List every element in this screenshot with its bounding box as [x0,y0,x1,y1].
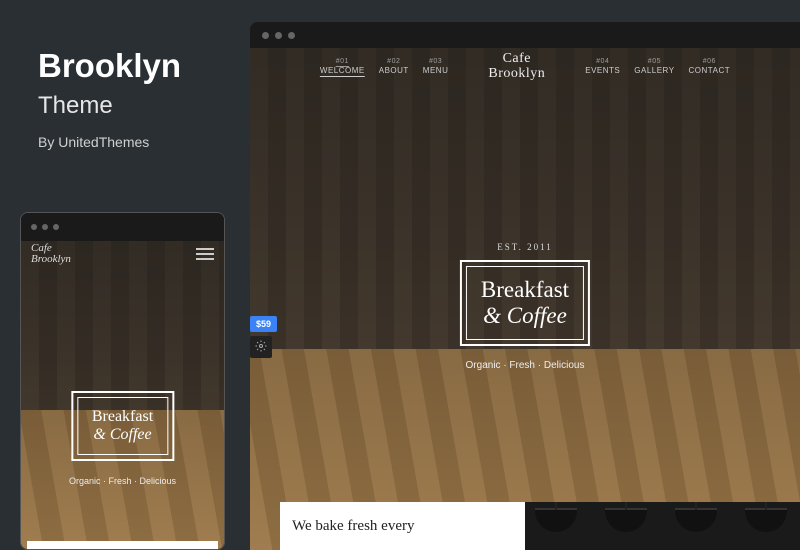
settings-button[interactable] [250,336,272,358]
nav-item-contact[interactable]: #06 CONTACT [689,58,731,76]
hero-line2: & Coffee [481,303,569,329]
theme-subtitle: Theme [38,92,228,120]
hero-line2: & Coffee [92,426,153,444]
logo-line2: Brooklyn [488,67,545,82]
content-section: We bake fresh every [280,502,525,550]
content-section [27,541,218,549]
theme-title: Brooklyn [38,48,228,84]
preview-mobile[interactable]: Cafe Brooklyn Breakfast & Coffee Organic… [20,212,225,550]
gear-icon [255,340,267,355]
nav-item-menu[interactable]: #03 MENU [423,58,449,76]
nav-item-welcome[interactable]: #01 WELCOME [320,58,365,76]
window-traffic-lights [250,22,800,48]
hero-line1: Breakfast [92,408,153,426]
nav-item-gallery[interactable]: #05 GALLERY [634,58,674,76]
hero-line1: Breakfast [481,277,569,303]
mobile-viewport: Cafe Brooklyn Breakfast & Coffee Organic… [21,241,224,549]
nav-item-events[interactable]: #04 EVENTS [585,58,620,76]
theme-info: Brooklyn Theme By UnitedThemes [38,48,228,150]
hero-tagline: Organic · Fresh · Delicious [21,476,224,486]
main-nav: #01 WELCOME #02 ABOUT #03 MENU Cafe Broo… [250,50,800,84]
hero-title-box: Breakfast & Coffee [71,391,174,461]
desktop-viewport: #01 WELCOME #02 ABOUT #03 MENU Cafe Broo… [250,48,800,550]
logo-line2: Brooklyn [31,254,71,265]
hero-tagline: Organic · Fresh · Delicious [250,360,800,371]
hamburger-icon[interactable] [196,248,214,260]
established-label: EST. 2011 [497,242,553,252]
price-badge[interactable]: $59 [250,316,277,332]
section-headline: We bake fresh every [292,518,414,535]
nav-item-about[interactable]: #02 ABOUT [379,58,409,76]
logo-line1: Cafe [488,52,545,67]
site-logo[interactable]: Cafe Brooklyn [466,52,567,81]
theme-author: By UnitedThemes [38,134,228,150]
window-traffic-lights [21,213,224,241]
hero-title-box: Breakfast & Coffee [460,260,590,346]
mobile-header: Cafe Brooklyn [21,241,224,267]
preview-desktop[interactable]: #01 WELCOME #02 ABOUT #03 MENU Cafe Broo… [250,22,800,550]
site-logo[interactable]: Cafe Brooklyn [31,243,71,265]
